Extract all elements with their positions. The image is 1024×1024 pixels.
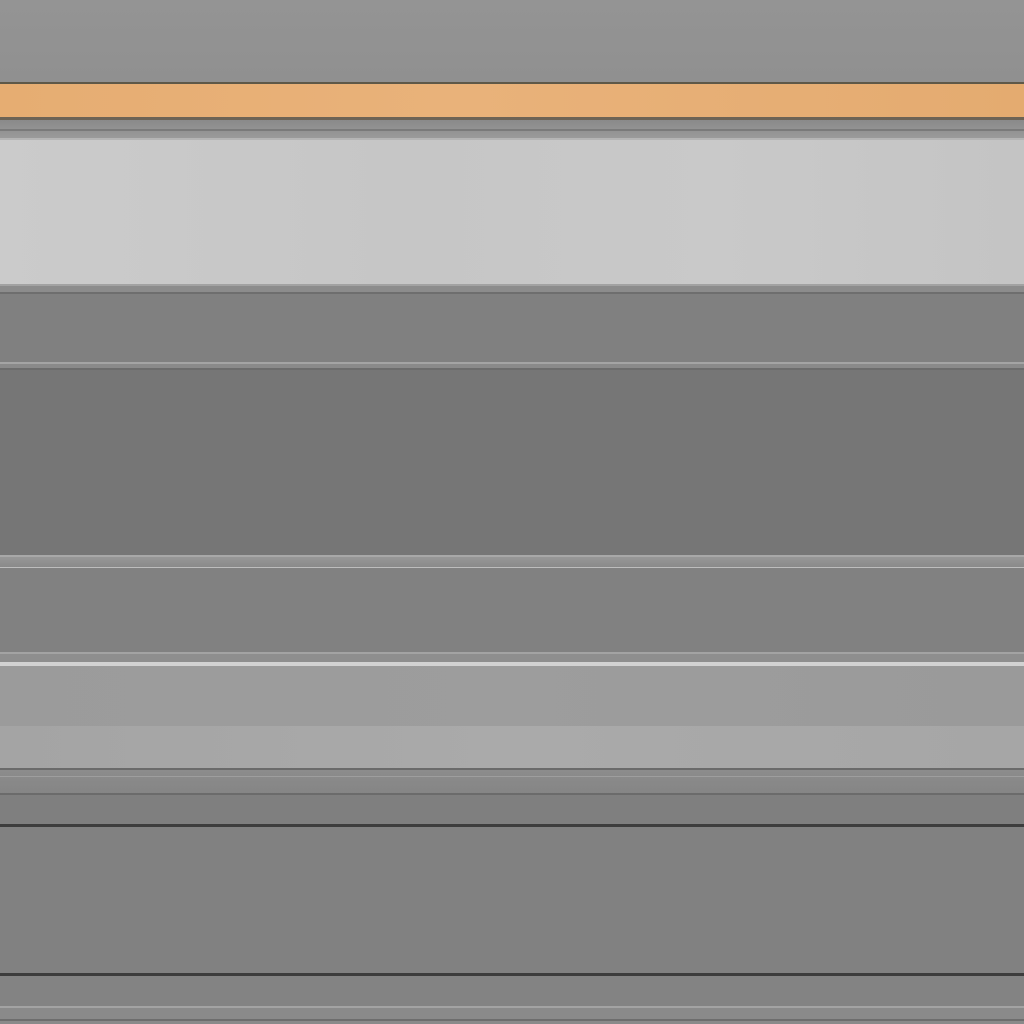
groove-strip — [0, 770, 1024, 794]
light-panel-3 — [0, 726, 1024, 768]
mid-panel — [0, 294, 1024, 362]
light-panel-2 — [0, 666, 1024, 726]
lower-panel — [0, 827, 1024, 973]
separator-line — [0, 129, 1024, 131]
bottom-strip — [0, 1008, 1024, 1024]
top-strip — [0, 0, 1024, 82]
mid-panel-2 — [0, 568, 1024, 652]
accent-bar — [0, 84, 1024, 117]
narrow-panel — [0, 795, 1024, 824]
abstract-banded-surface — [0, 0, 1024, 1024]
dark-panel — [0, 370, 1024, 555]
groove-strip — [0, 557, 1024, 567]
separator-line — [0, 776, 1024, 777]
separator-line — [0, 1019, 1024, 1021]
bottom-panel — [0, 976, 1024, 1006]
groove-strip — [0, 654, 1024, 662]
light-panel — [0, 140, 1024, 284]
